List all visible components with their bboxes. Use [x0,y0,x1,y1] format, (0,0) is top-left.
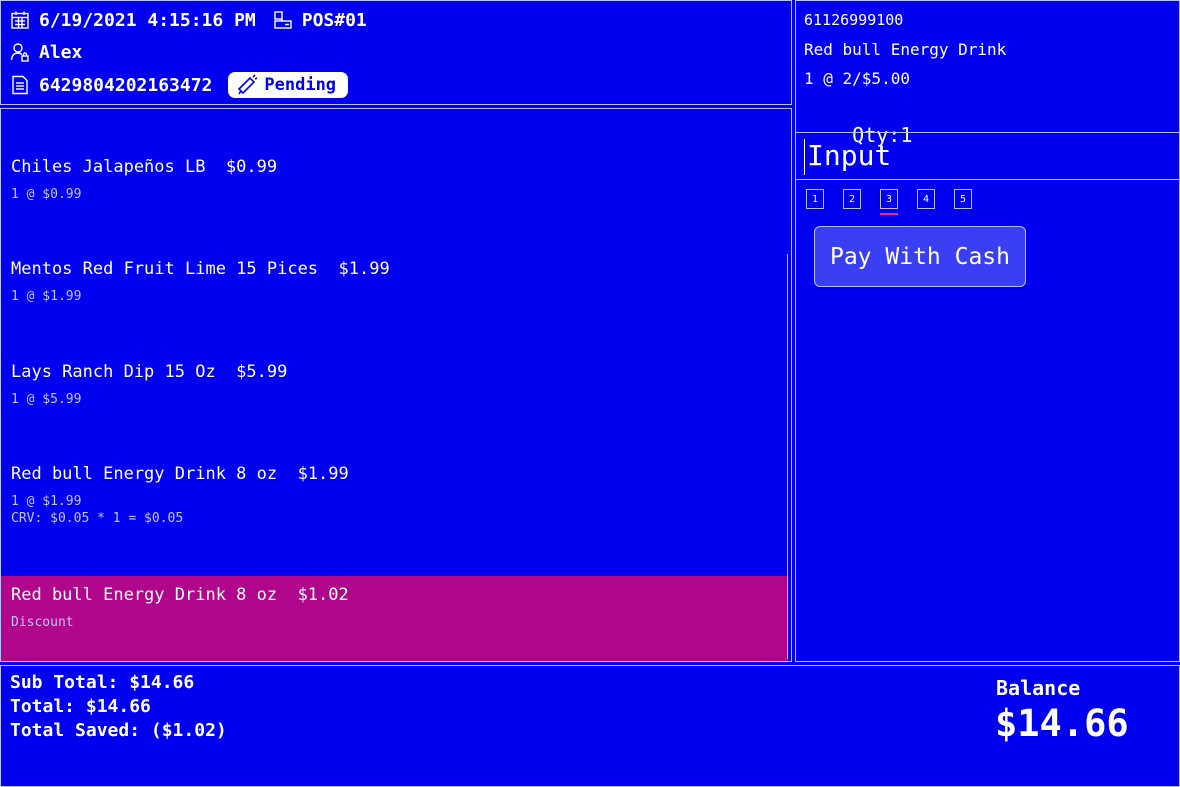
cart-item-name: Red bull Energy Drink 8 oz $1.99 [11,464,349,484]
page-2-button[interactable]: 2 [843,189,861,209]
header-datetime: 6/19/2021 4:15:16 PM [39,9,256,31]
header-row-order: 6429804202163472 Pending [9,72,349,98]
register-icon [272,9,294,31]
order-id: 6429804202163472 [39,74,213,96]
item-name: Red bull Energy Drink [804,40,1007,59]
header-pos: POS#01 [301,9,367,31]
cart-item-detail: 1 @ $0.99 [11,187,82,202]
header-row-user: Alex [9,41,82,63]
cart-item-detail: Discount [11,615,74,630]
page-3-button[interactable]: 3 [880,189,898,215]
cart-item-crv: CRV: $0.05 * 1 = $0.05 [11,511,184,526]
cart-list[interactable]: Chiles Jalapeños LB $0.99 1 @ $0.99 Ment… [0,108,792,662]
cart-scrollbar[interactable] [787,254,788,659]
totals-footer: Sub Total: $14.66 Total: $14.66 Total Sa… [0,665,1180,787]
page-selector: 1 2 3 4 5 [806,189,991,215]
divider [796,132,1179,133]
user-lock-icon [9,41,31,63]
cart-item-detail: 1 @ $5.99 [11,392,82,407]
balance-label: Balance [996,676,1081,700]
status-badge-label: Pending [264,75,337,95]
cart-item-name: Red bull Energy Drink 8 oz $1.02 [11,585,349,605]
sub-total: Sub Total: $14.66 [10,672,195,693]
cart-item[interactable]: Mentos Red Fruit Lime 15 Pices $1.99 1 @… [1,259,788,304]
divider [796,179,1179,180]
calendar-icon [9,9,31,31]
order-header: 6/19/2021 4:15:16 PM POS#01 Alex 6429804… [0,0,792,105]
status-badge: Pending [228,72,349,98]
cart-item[interactable]: Chiles Jalapeños LB $0.99 1 @ $0.99 [1,157,788,202]
page-5-button[interactable]: 5 [954,189,972,209]
cart-item-detail: 1 @ $1.99 [11,289,82,304]
cart-item-name: Mentos Red Fruit Lime 15 Pices $1.99 [11,259,390,279]
pay-with-cash-button[interactable]: Pay With Cash [814,226,1026,287]
cart-item-name: Chiles Jalapeños LB $0.99 [11,157,278,177]
input-placeholder: Input [807,139,892,172]
cart-item[interactable]: Red bull Energy Drink 8 oz $1.99 1 @ $1.… [1,464,788,526]
total: Total: $14.66 [10,696,151,717]
cart-item[interactable]: Lays Ranch Dip 15 Oz $5.99 1 @ $5.99 [1,362,788,407]
item-price: 1 @ 2/$5.00 [804,69,910,88]
cart-item-name: Lays Ranch Dip 15 Oz $5.99 [11,362,288,382]
balance-value: $14.66 [995,702,1129,745]
megaphone-icon [236,74,264,96]
page-1-button[interactable]: 1 [806,189,824,209]
input-field[interactable]: Input [804,139,1167,175]
page-4-button[interactable]: 4 [917,189,935,209]
item-detail-panel: 61126999100 Red bull Energy Drink 1 @ 2/… [795,0,1180,662]
total-saved: Total Saved: ($1.02) [10,720,227,741]
cart-item-selected[interactable]: Red bull Energy Drink 8 oz $1.02 Discoun… [1,576,788,661]
header-user: Alex [39,41,83,63]
receipt-icon [9,74,31,96]
header-row-datetime: 6/19/2021 4:15:16 PM POS#01 [9,9,367,31]
cart-item-detail: 1 @ $1.99 [11,494,82,509]
item-barcode: 61126999100 [804,11,904,29]
